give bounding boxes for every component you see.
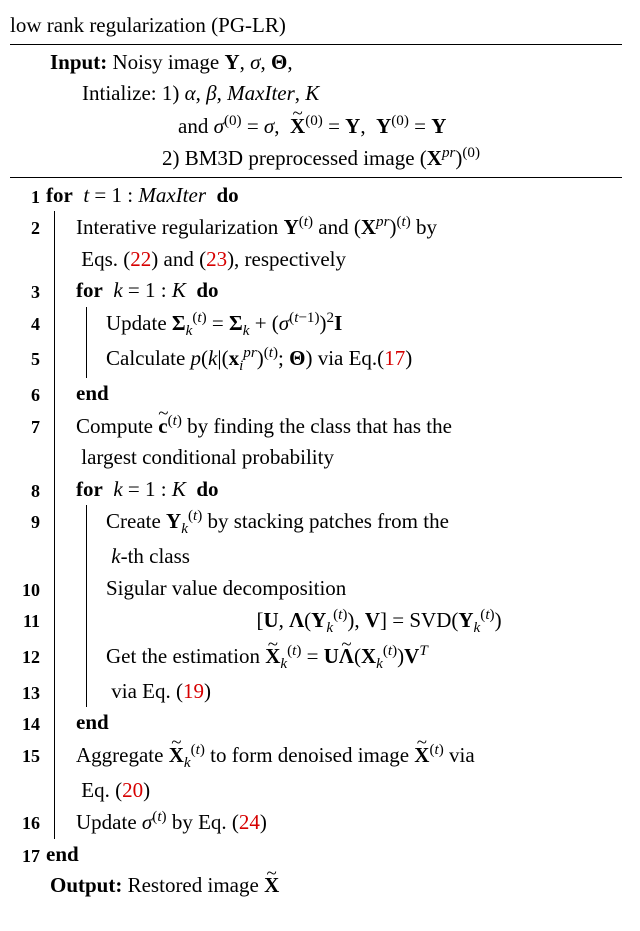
- output-block: Output: Restored image X: [50, 870, 622, 902]
- line-1: 1 for t = 1 : MaxIter do: [10, 180, 622, 212]
- line-3: 3 for k = 1 : K do: [10, 275, 622, 307]
- title-text: low rank regularization (PG-LR): [10, 13, 286, 37]
- lineno-2: 2: [10, 215, 40, 242]
- line-7: 7 Compute c(t) by finding the class that…: [10, 410, 622, 474]
- init-2: 2) BM3D preprocessed image (Xpr)(0): [162, 142, 622, 175]
- lineno-10: 10: [10, 577, 40, 604]
- line-16: 16 Update σ(t) by Eq. (24): [10, 806, 622, 839]
- line-11: 11 [U, Λ(Yk(t)), V] = SVD(Yk(t)): [10, 604, 622, 640]
- rule-top: [10, 44, 622, 45]
- output-label: Output:: [50, 873, 122, 897]
- eqref-17[interactable]: 17: [384, 346, 405, 370]
- line-14: 14 end: [10, 707, 622, 739]
- line-5: 5 Calculate p(k|(xipr)(t); Θ) via Eq.(17…: [10, 342, 622, 378]
- eqref-22[interactable]: 22: [130, 247, 151, 271]
- output-text: Restored image X: [128, 873, 280, 897]
- lineno-11: 11: [10, 608, 40, 635]
- lineno-16: 16: [10, 810, 40, 837]
- lineno-9: 9: [10, 509, 40, 536]
- lineno-3: 3: [10, 279, 40, 306]
- line-4: 4 Update Σk(t) = Σk + (σ(t−1))2I: [10, 307, 622, 343]
- init-label: Intialize:: [82, 81, 162, 105]
- line-15: 15 Aggregate Xk(t) to form denoised imag…: [10, 739, 622, 806]
- lineno-15: 15: [10, 743, 40, 770]
- input-line: Noisy image Y, σ, Θ,: [112, 50, 292, 74]
- lineno-1: 1: [10, 184, 40, 211]
- line-6: 6 end: [10, 378, 622, 410]
- line-9: 9 Create Yk(t) by stacking patches from …: [10, 505, 622, 572]
- line-2: 2 Interative regularization Y(t) and (Xp…: [10, 211, 622, 275]
- lineno-8: 8: [10, 478, 40, 505]
- line-17: 17 end: [10, 839, 622, 871]
- input-label: Input:: [50, 50, 107, 74]
- line-8: 8 for k = 1 : K do: [10, 474, 622, 506]
- init-1b: and σ(0) = σ, X(0) = Y, Y(0) = Y: [178, 110, 622, 143]
- line-13: 13 via Eq. (19): [10, 676, 622, 708]
- rule-mid: [10, 177, 622, 178]
- lineno-6: 6: [10, 382, 40, 409]
- init-block: Intialize: 1) α, β, MaxIter, K: [82, 78, 622, 110]
- lineno-12: 12: [10, 644, 40, 671]
- lineno-13: 13: [10, 680, 40, 707]
- lineno-5: 5: [10, 346, 40, 373]
- line-12: 12 Get the estimation Xk(t) = UΛ(Xk(t))V…: [10, 640, 622, 676]
- eqref-20[interactable]: 20: [122, 778, 143, 802]
- eqref-24[interactable]: 24: [239, 810, 260, 834]
- line-10: 10 Sigular value decomposition: [10, 573, 622, 605]
- lineno-4: 4: [10, 311, 40, 338]
- algorithm-title-fragment: low rank regularization (PG-LR): [10, 10, 622, 42]
- lineno-14: 14: [10, 711, 40, 738]
- lineno-7: 7: [10, 414, 40, 441]
- input-block: Input: Noisy image Y, σ, Θ,: [50, 47, 622, 79]
- eqref-23[interactable]: 23: [206, 247, 227, 271]
- eqref-19[interactable]: 19: [183, 679, 204, 703]
- lineno-17: 17: [10, 843, 40, 870]
